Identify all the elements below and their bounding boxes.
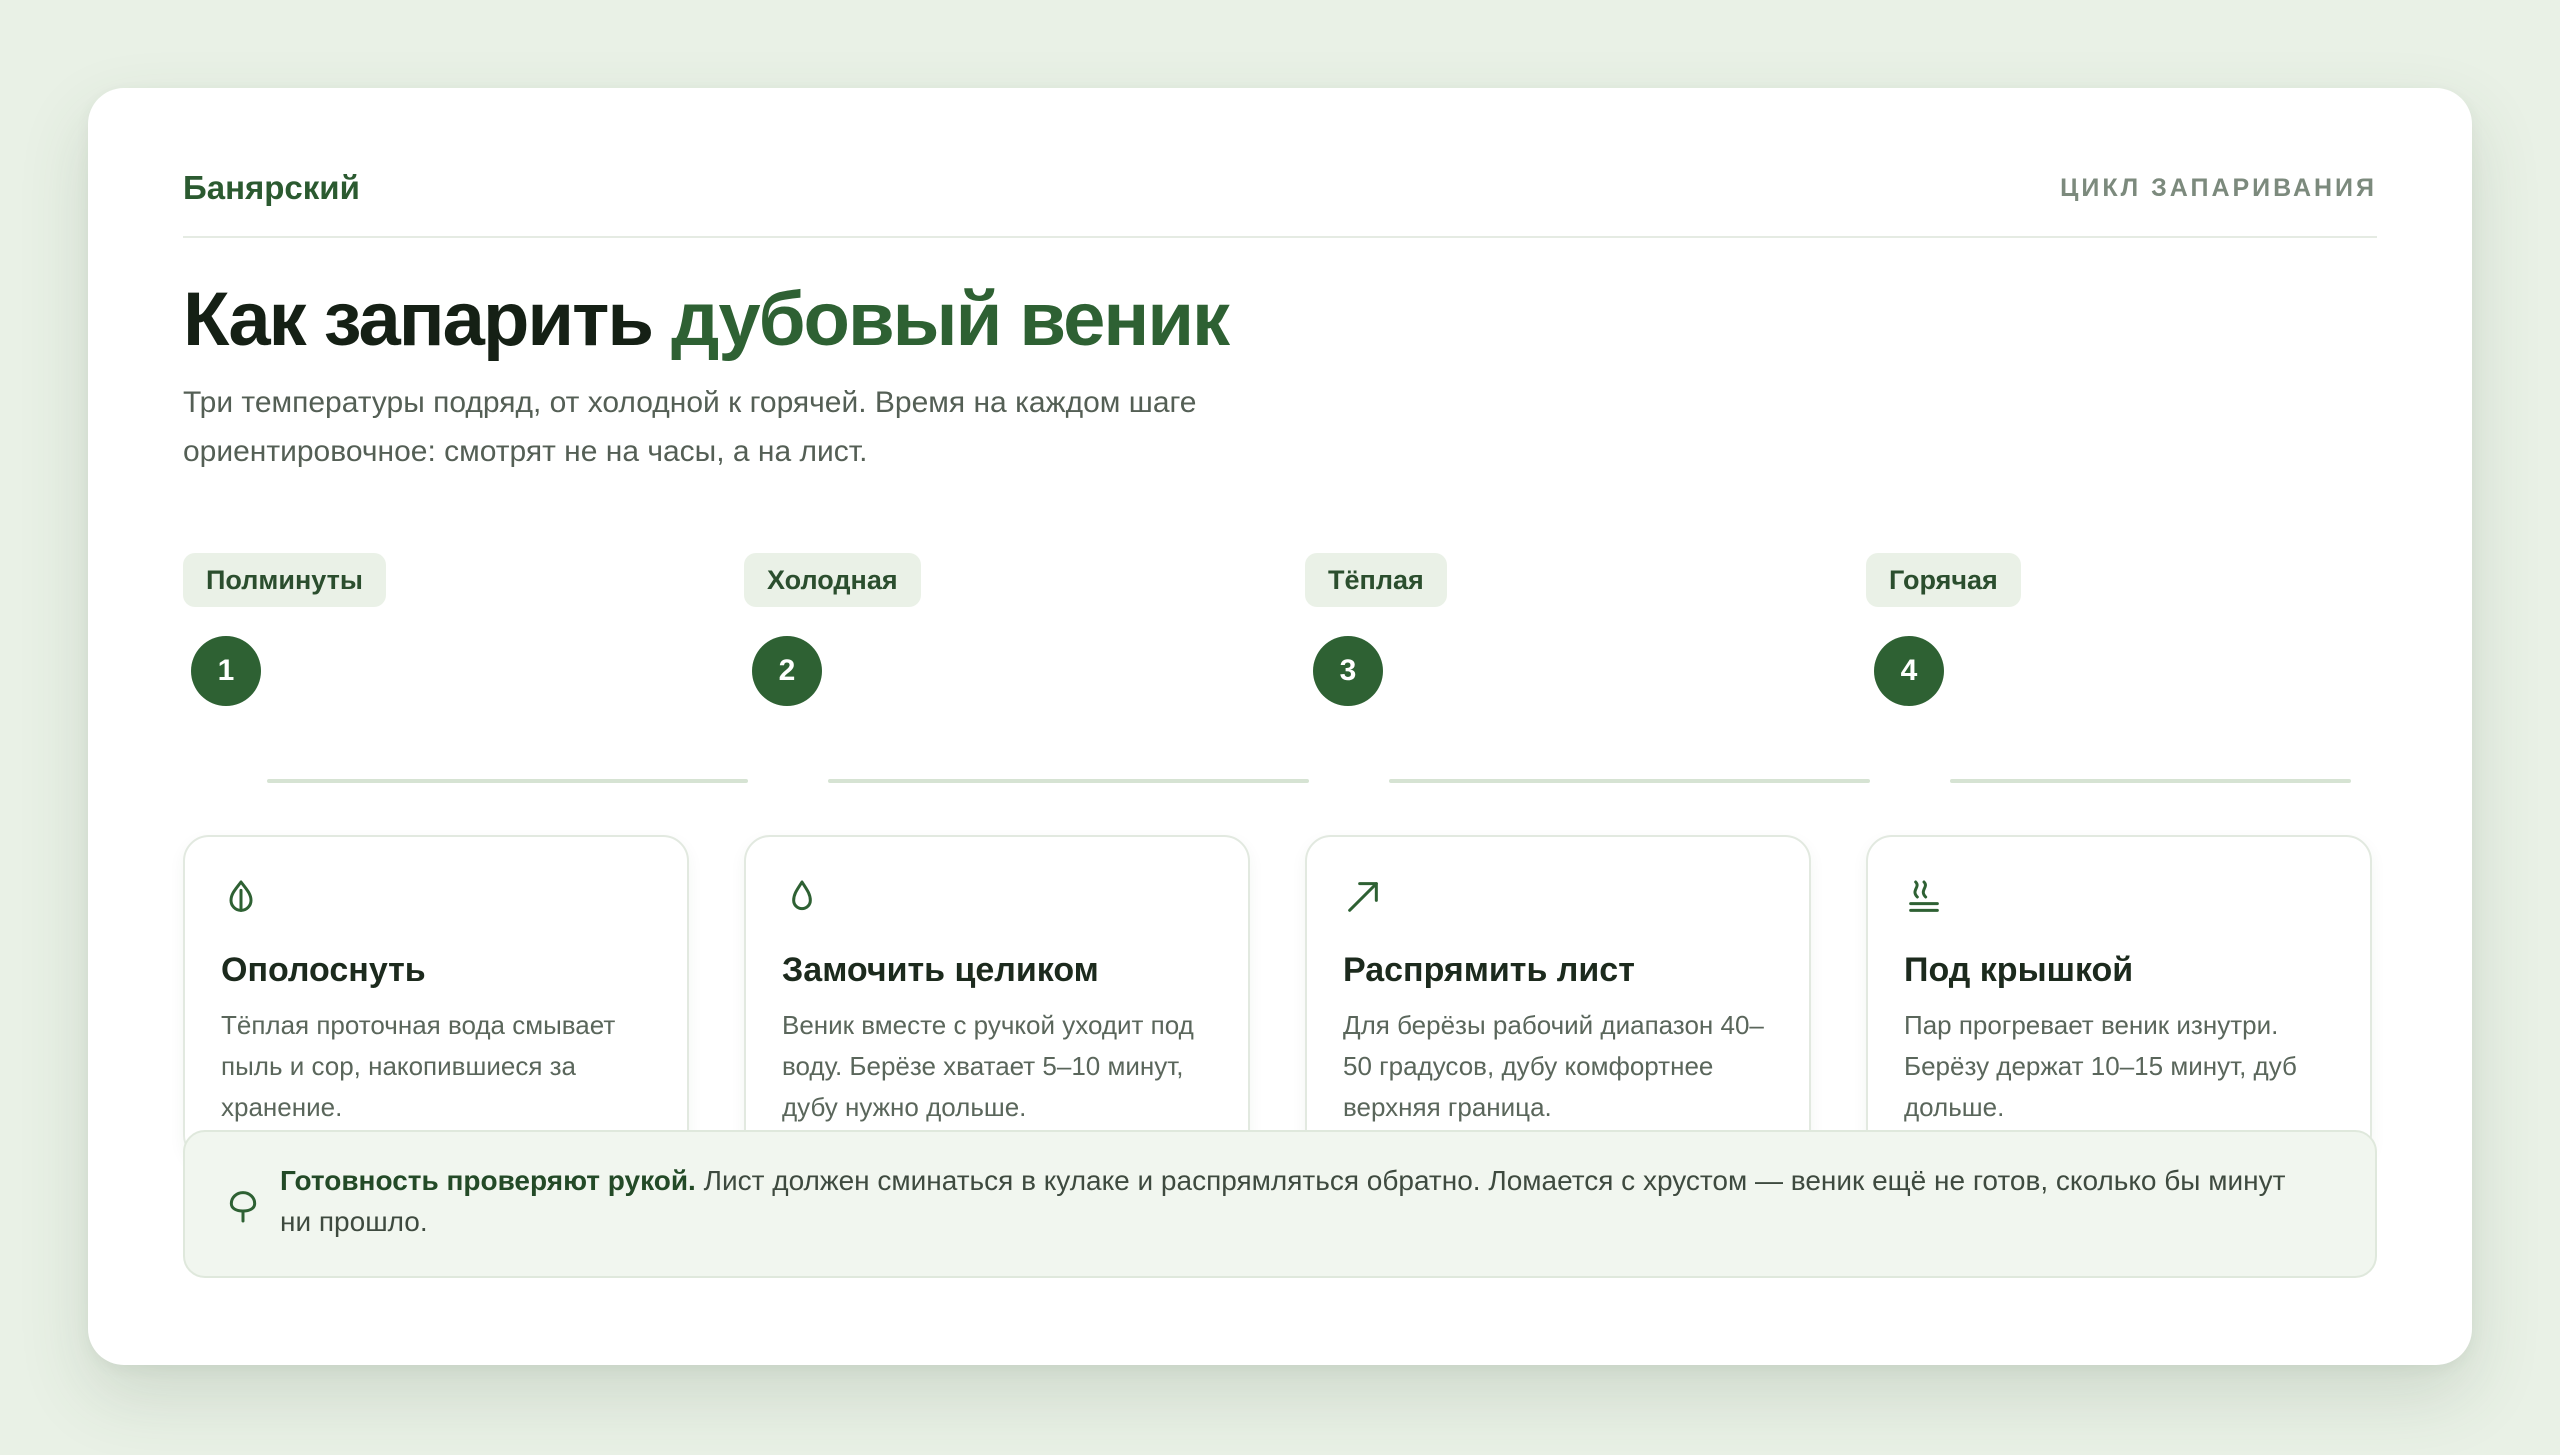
step-1-text: Тёплая проточная вода смывает пыль и сор… [221, 1010, 616, 1122]
tree-icon [223, 1186, 263, 1226]
header-divider [183, 236, 2377, 238]
step-4-connector [1950, 779, 2351, 783]
step-2-card: Замочить целиком Веник вместе с ручкой у… [744, 835, 1250, 1161]
step-3-title: Распрямить лист [1343, 951, 1635, 989]
step-1-title: Ополоснуть [221, 951, 426, 989]
brand-logo[interactable]: Банярский [183, 169, 360, 207]
step-1-connector [267, 779, 748, 783]
steam-icon [1904, 877, 1944, 917]
step-3: Тёплая 3 Распрямить лист Для берёзы рабо… [1305, 553, 1870, 1161]
title-accent: дубовый веник [671, 277, 1230, 362]
page-subtitle: Три температуры подряд, от холодной к го… [183, 386, 1197, 468]
step-4-number: 4 [1874, 636, 1944, 706]
step-4-title: Под крышкой [1904, 951, 2134, 989]
step-3-text: Для берёзы рабочий диапазон 40–50 градус… [1343, 1010, 1764, 1122]
step-2: Холодная 2 Замочить целиком Веник вместе… [744, 553, 1309, 1161]
step-2-number: 2 [752, 636, 822, 706]
readiness-note: Готовность проверяют рукой. Лист должен … [183, 1130, 2377, 1278]
note-text: Готовность проверяют рукой. Лист должен … [280, 1160, 2319, 1242]
step-1-duration-chip: Полминуты [183, 553, 386, 607]
step-4-duration-chip: Горячая [1866, 553, 2021, 607]
step-3-duration-chip: Тёплая [1305, 553, 1447, 607]
step-2-title: Замочить целиком [782, 951, 1099, 989]
leaf-drop-icon [221, 877, 261, 917]
step-2-duration-chip: Холодная [744, 553, 921, 607]
section-label: ЦИКЛ ЗАПАРИВАНИЯ [2060, 173, 2377, 202]
step-1-number: 1 [191, 636, 261, 706]
step-1: Полминуты 1 Ополоснуть Тёплая проточная … [183, 553, 748, 1161]
step-3-connector [1389, 779, 1870, 783]
step-1-card: Ополоснуть Тёплая проточная вода смывает… [183, 835, 689, 1161]
note-lead: Готовность проверяют рукой. [280, 1165, 696, 1196]
water-drop-icon [782, 877, 822, 917]
step-4-card: Под крышкой Пар прогревает веник изнутри… [1866, 835, 2372, 1161]
card-content: Банярский ЦИКЛ ЗАПАРИВАНИЯ Как запарить … [183, 88, 2377, 1365]
arrow-up-right-icon [1343, 877, 1383, 917]
step-3-card: Распрямить лист Для берёзы рабочий диапа… [1305, 835, 1811, 1161]
step-2-text: Веник вместе с ручкой уходит под воду. Б… [782, 1010, 1194, 1122]
main-card: Банярский ЦИКЛ ЗАПАРИВАНИЯ Как запарить … [88, 88, 2472, 1365]
top-bar: Банярский ЦИКЛ ЗАПАРИВАНИЯ [183, 158, 2377, 218]
step-4-text: Пар прогревает веник изнутри. Берёзу дер… [1904, 1010, 2297, 1122]
title-plain: Как запарить [183, 277, 672, 362]
page-title: Как запарить дубовый веник [183, 276, 1230, 363]
step-2-connector [828, 779, 1309, 783]
step-3-number: 3 [1313, 636, 1383, 706]
step-4: Горячая 4 Под крышкой Пар прогревает вен… [1866, 553, 2376, 1161]
